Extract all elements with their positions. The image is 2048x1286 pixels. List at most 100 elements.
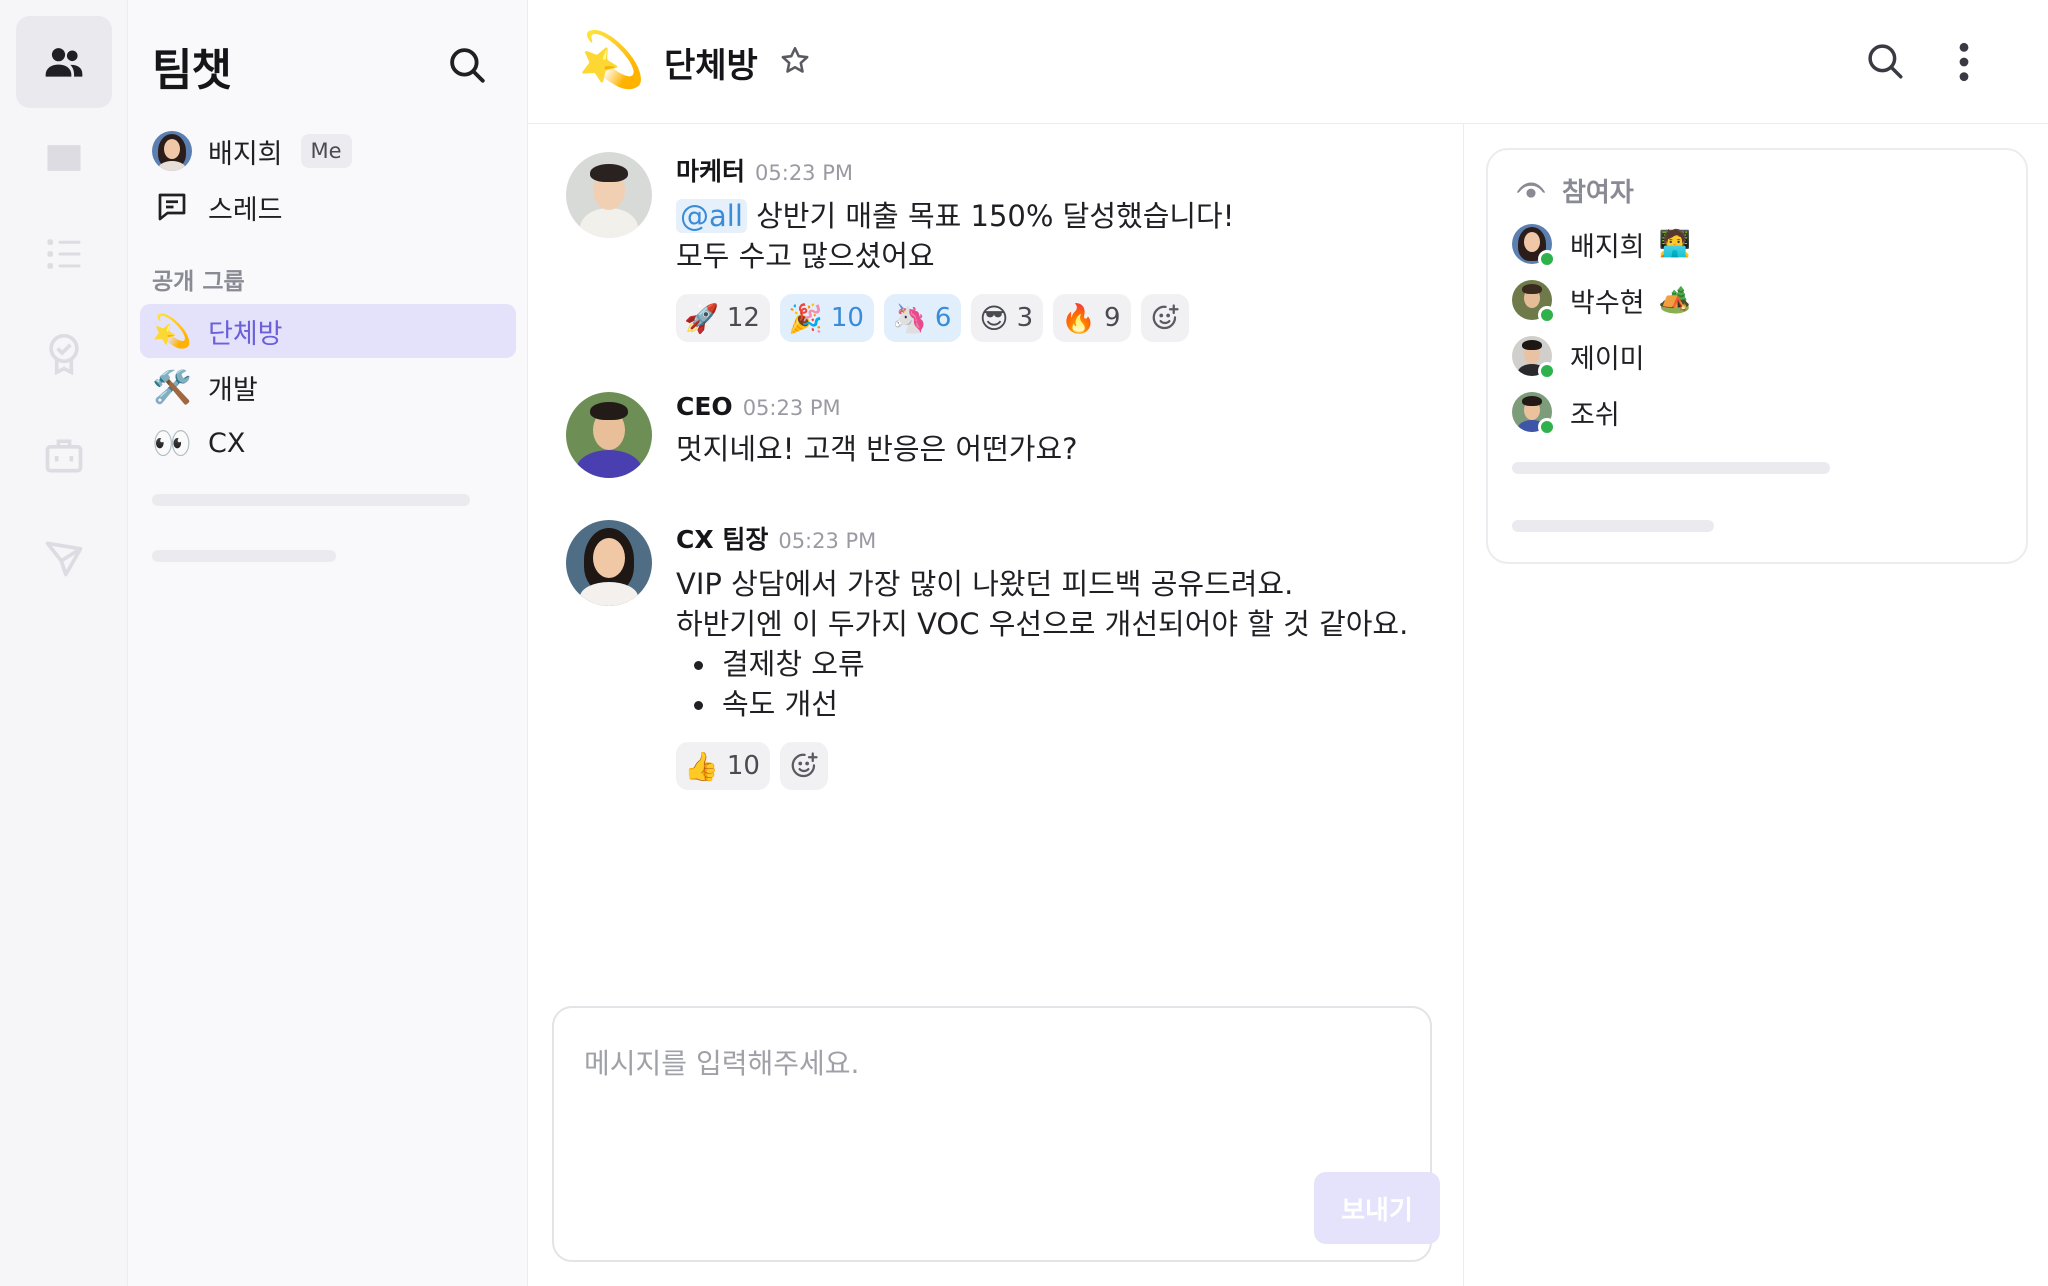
reaction-chip[interactable]: 🚀 12 — [676, 294, 770, 342]
skeleton-line — [1512, 520, 1714, 532]
briefcase-icon — [45, 439, 83, 473]
rocket-icon: 🚀 — [684, 301, 719, 335]
message-line: 하반기엔 이 두가지 VOC 우선으로 개선되어야 할 것 같아요. — [676, 607, 1409, 641]
reaction-list: 👍 10 — [676, 742, 1446, 790]
sidebar-item-me[interactable]: 배지희 Me — [140, 124, 516, 178]
message-line: 멋지네요! 고객 반응은 어떤가요? — [676, 432, 1078, 466]
participant-name: 제이미 — [1570, 343, 1645, 375]
avatar[interactable] — [566, 392, 652, 478]
dizzy-icon: 💫 — [152, 312, 192, 350]
bullet-list: 결제창 오류 속도 개선 — [676, 644, 1446, 724]
participants-panel: 참여자 배지희 🧑‍💻 박수현 🏕️ — [1486, 148, 2028, 564]
message-composer[interactable]: 메시지를 입력해주세요. 보내기 — [552, 1006, 1440, 1262]
message-author: 마케터 — [676, 157, 746, 186]
sidebar-item-group-main[interactable]: 💫 단체방 — [140, 304, 516, 358]
app-title: 팀챗 — [152, 45, 232, 96]
rail-send[interactable] — [16, 512, 112, 604]
thread-icon — [158, 193, 186, 221]
sunglasses-icon: 😎 — [979, 301, 1009, 335]
mention[interactable]: @all — [676, 199, 747, 233]
avatar[interactable] — [566, 520, 652, 606]
main-panel: 💫 단체방 마케터 05:23 PM @all 상반기 매출 목표 150% 달… — [528, 0, 2048, 1286]
online-indicator — [1538, 306, 1556, 324]
channel-title: 단체방 — [664, 46, 758, 86]
list-item: 속도 개선 — [676, 684, 1446, 724]
eyes-icon: 👀 — [152, 424, 192, 462]
message-body: 멋지네요! 고객 반응은 어떤가요? — [676, 429, 1446, 469]
message-time: 05:23 PM — [742, 396, 841, 420]
message-list: 마케터 05:23 PM @all 상반기 매출 목표 150% 달성했습니다!… — [528, 124, 1464, 1286]
message-body: VIP 상담에서 가장 많이 나왔던 피드백 공유드려요. 하반기엔 이 두가지… — [676, 564, 1446, 644]
message-time: 05:23 PM — [778, 529, 877, 553]
message-author: CEO — [676, 392, 733, 421]
search-icon[interactable] — [1864, 40, 1906, 82]
message-line: VIP 상담에서 가장 많이 나왔던 피드백 공유드려요. — [676, 567, 1294, 601]
sidebar-item-label: 배지희 — [208, 138, 283, 170]
add-reaction-button[interactable] — [779, 742, 828, 790]
message-time: 05:23 PM — [755, 161, 853, 185]
rail-briefcase[interactable] — [16, 410, 112, 502]
reaction-count: 10 — [726, 751, 760, 781]
rail-inbox[interactable] — [16, 112, 112, 204]
fire-icon: 🔥 — [1061, 301, 1096, 335]
camping-icon: 🏕️ — [1658, 285, 1691, 315]
party-popper-icon: 🎉 — [787, 301, 823, 335]
sidebar-item-label: CX — [208, 427, 246, 459]
message-author: CX 팀장 — [676, 525, 769, 554]
reaction-count: 6 — [934, 303, 952, 333]
send-icon — [45, 541, 83, 577]
sidebar-item-group-dev[interactable]: 🛠️ 개발 — [140, 360, 516, 414]
skeleton-line — [152, 494, 470, 506]
people-icon — [45, 48, 83, 77]
add-reaction-icon — [791, 752, 818, 778]
message-line: 모두 수고 많으셨어요 — [676, 239, 935, 273]
star-icon[interactable] — [778, 44, 812, 78]
participant[interactable]: 조쉬 — [1512, 392, 1620, 436]
participant[interactable]: 박수현 🏕️ — [1512, 280, 1691, 324]
reaction-chip[interactable]: 😎 3 — [971, 294, 1044, 342]
reaction-count: 12 — [726, 303, 760, 333]
section-label-public-groups: 공개 그룹 — [152, 269, 245, 295]
reaction-list: 🚀 12 🎉 10 🦄 6 😎 3 🔥 9 — [676, 294, 1446, 342]
sidebar-item-threads[interactable]: 스레드 — [140, 180, 516, 234]
reaction-count: 9 — [1103, 303, 1121, 333]
inbox-icon — [47, 145, 81, 171]
app-rail — [0, 0, 128, 1286]
send-button[interactable]: 보내기 — [1314, 1172, 1440, 1244]
rail-badge[interactable] — [16, 308, 112, 400]
add-reaction-button[interactable] — [1140, 294, 1189, 342]
online-indicator — [1538, 418, 1556, 436]
skeleton-line — [1512, 462, 1830, 474]
reaction-chip[interactable]: 🔥 9 — [1053, 294, 1131, 342]
me-badge: Me — [300, 134, 352, 168]
unicorn-icon: 🦄 — [891, 301, 927, 335]
more-vertical-icon[interactable] — [1954, 40, 1974, 84]
eye-icon — [1516, 182, 1546, 198]
message-input-placeholder[interactable]: 메시지를 입력해주세요. — [584, 1042, 859, 1082]
reaction-chip[interactable]: 🎉 10 — [779, 294, 874, 342]
reaction-chip[interactable]: 👍 10 — [676, 742, 770, 790]
add-reaction-icon — [1152, 304, 1179, 330]
sidebar-item-label: 개발 — [208, 374, 258, 406]
list-icon — [47, 239, 81, 269]
sidebar-item-label: 단체방 — [208, 318, 283, 350]
rail-people[interactable] — [16, 16, 112, 108]
participant[interactable]: 배지희 🧑‍💻 — [1512, 224, 1691, 268]
participant[interactable]: 제이미 — [1512, 336, 1645, 380]
search-icon[interactable] — [446, 44, 488, 86]
reaction-count: 10 — [830, 303, 864, 333]
list-item: 결제창 오류 — [676, 644, 1446, 684]
online-indicator — [1538, 362, 1556, 380]
reaction-chip[interactable]: 🦄 6 — [883, 294, 962, 342]
avatar[interactable] — [566, 152, 652, 238]
technologist-icon: 🧑‍💻 — [1658, 229, 1691, 259]
avatar — [152, 131, 192, 171]
sidebar-item-label: 스레드 — [208, 194, 283, 226]
reaction-count: 3 — [1016, 303, 1034, 333]
rail-list[interactable] — [16, 208, 112, 300]
sidebar-item-group-cx[interactable]: 👀 CX — [140, 416, 516, 470]
participant-name: 배지희 — [1570, 231, 1645, 263]
tools-icon: 🛠️ — [152, 368, 192, 406]
panel-title: 참여자 — [1562, 178, 1634, 208]
channel-sidebar: 팀챗 배지희 Me 스레드 공개 그룹 💫 단체방 🛠️ 개발 👀 CX — [128, 0, 528, 1286]
